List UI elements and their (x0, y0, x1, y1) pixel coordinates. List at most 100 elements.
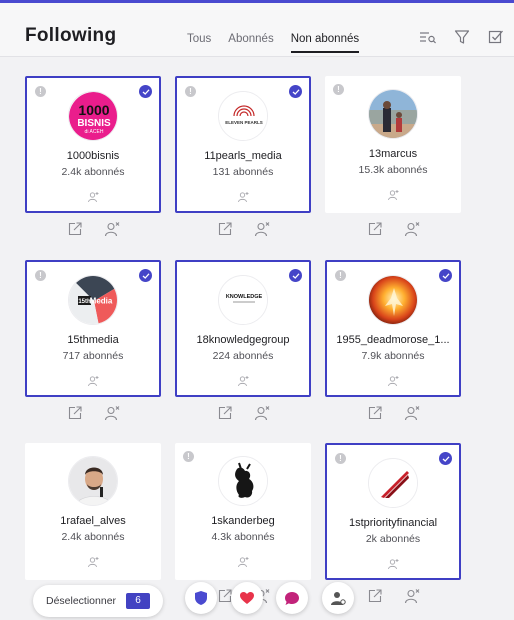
selected-check-icon[interactable] (439, 452, 452, 465)
account-card[interactable]: ! 1955_deadmorose_1... 7.9k abonnés (325, 260, 461, 397)
account-card[interactable]: ! 1skanderbeg 4.3k abonnés (175, 443, 311, 580)
logo-text: ELEVEN PEARLS (225, 120, 263, 125)
follower-count: 2.4k abonnés (61, 531, 125, 543)
avatar: ELEVEN PEARLS (218, 91, 268, 141)
search-list-icon[interactable] (418, 27, 438, 47)
logo-text: BISNIS (77, 118, 111, 129)
card-actions (175, 219, 311, 241)
add-user-icon[interactable] (237, 555, 249, 568)
tab-tous[interactable]: Tous (187, 33, 211, 53)
account-card[interactable]: ! 13marcus 15.3k abonnés (325, 76, 461, 213)
avatar: 1000 BISNIS di ACEH (68, 91, 118, 141)
shield-icon (195, 591, 207, 605)
selected-check-icon[interactable] (139, 269, 152, 282)
username[interactable]: 13marcus (329, 148, 457, 160)
logo-text: 1000 (78, 102, 109, 118)
username[interactable]: 1955_deadmorose_1... (331, 334, 455, 346)
unfollow-icon[interactable] (254, 405, 270, 421)
username[interactable]: 18knowledgegroup (181, 334, 305, 346)
user-gear-icon (331, 592, 346, 605)
add-user-icon[interactable] (87, 555, 99, 568)
username[interactable]: 1rafael_alves (29, 515, 157, 527)
logo-text: Media (90, 297, 113, 306)
info-icon: ! (335, 270, 346, 281)
page-title: Following (25, 25, 117, 46)
info-icon: ! (35, 86, 46, 97)
info-icon: ! (335, 453, 346, 464)
follower-count: 4.3k abonnés (211, 531, 275, 543)
unfollow-icon[interactable] (404, 405, 420, 421)
follower-count: 131 abonnés (212, 166, 274, 178)
avatar (368, 275, 418, 325)
unfollow-icon[interactable] (404, 588, 420, 604)
logo-text: di ACEH (85, 129, 104, 135)
logo-text: KNOWLEDGE (226, 294, 263, 300)
filter-tabs: Tous Abonnés Non abonnés (187, 33, 376, 53)
add-user-icon[interactable] (87, 190, 99, 203)
page-header: Following Tous Abonnés Non abonnés (0, 3, 514, 57)
card-actions (325, 403, 461, 425)
checkbox-icon[interactable] (486, 27, 506, 47)
filter-icon[interactable] (452, 27, 472, 47)
account-card[interactable]: ! 15th Media 15thmedia 717 abonnés (25, 260, 161, 397)
card-actions (25, 403, 161, 425)
add-user-icon[interactable] (387, 374, 399, 387)
avatar: KNOWLEDGE (218, 275, 268, 325)
info-icon: ! (35, 270, 46, 281)
header-toolbar (404, 27, 506, 47)
avatar (68, 456, 118, 506)
account-card[interactable]: KNOWLEDGE 18knowledgegroup 224 abonnés (175, 260, 311, 397)
avatar (368, 458, 418, 508)
avatar (218, 456, 268, 506)
user-settings-button[interactable] (322, 582, 354, 614)
add-user-icon[interactable] (237, 190, 249, 203)
card-actions (175, 403, 311, 425)
selected-check-icon[interactable] (289, 269, 302, 282)
deselect-label[interactable]: Déselectionner (46, 595, 116, 607)
username[interactable]: 15thmedia (31, 334, 155, 346)
shield-button[interactable] (185, 582, 217, 614)
info-icon: ! (333, 84, 344, 95)
add-user-icon[interactable] (387, 188, 399, 201)
like-button[interactable] (231, 582, 263, 614)
selected-check-icon[interactable] (139, 85, 152, 98)
open-external-icon[interactable] (367, 588, 383, 604)
add-user-icon[interactable] (237, 374, 249, 387)
open-external-icon[interactable] (367, 405, 383, 421)
unfollow-icon[interactable] (404, 221, 420, 237)
avatar: 15th Media (68, 275, 118, 325)
account-card[interactable]: ! 1000 BISNIS di ACEH 1000bisnis 2.4k ab… (25, 76, 161, 213)
unfollow-icon[interactable] (104, 221, 120, 237)
username[interactable]: 1stpriorityfinancial (331, 517, 455, 529)
info-icon: ! (183, 451, 194, 462)
info-icon: ! (185, 86, 196, 97)
follower-count: 224 abonnés (212, 350, 274, 362)
open-external-icon[interactable] (217, 405, 233, 421)
account-card[interactable]: ! ELEVEN PEARLS 11pearls_media 131 abonn… (175, 76, 311, 213)
follower-count: 2k abonnés (365, 533, 421, 545)
username[interactable]: 1skanderbeg (179, 515, 307, 527)
add-user-icon[interactable] (87, 374, 99, 387)
open-external-icon[interactable] (67, 221, 83, 237)
selected-check-icon[interactable] (439, 269, 452, 282)
chat-bubble-icon (285, 591, 299, 605)
deselect-bar[interactable]: Déselectionner 6 (33, 585, 163, 617)
username[interactable]: 1000bisnis (31, 150, 155, 162)
selected-check-icon[interactable] (289, 85, 302, 98)
unfollow-icon[interactable] (104, 405, 120, 421)
follower-count: 7.9k abonnés (361, 350, 425, 362)
open-external-icon[interactable] (217, 221, 233, 237)
open-external-icon[interactable] (67, 405, 83, 421)
unfollow-icon[interactable] (254, 221, 270, 237)
account-card[interactable]: ! 1stpriorityfinancial 2k abonnés (325, 443, 461, 580)
account-card[interactable]: 1rafael_alves 2.4k abonnés (25, 443, 161, 580)
username[interactable]: 11pearls_media (181, 150, 305, 162)
tab-non-abonnes[interactable]: Non abonnés (290, 33, 360, 53)
follower-count: 15.3k abonnés (358, 164, 428, 176)
tab-abonnes[interactable]: Abonnés (228, 33, 273, 53)
add-user-icon[interactable] (387, 557, 399, 570)
open-external-icon[interactable] (367, 221, 383, 237)
selection-count-badge: 6 (126, 593, 150, 609)
heart-icon (240, 592, 254, 604)
comment-button[interactable] (276, 582, 308, 614)
